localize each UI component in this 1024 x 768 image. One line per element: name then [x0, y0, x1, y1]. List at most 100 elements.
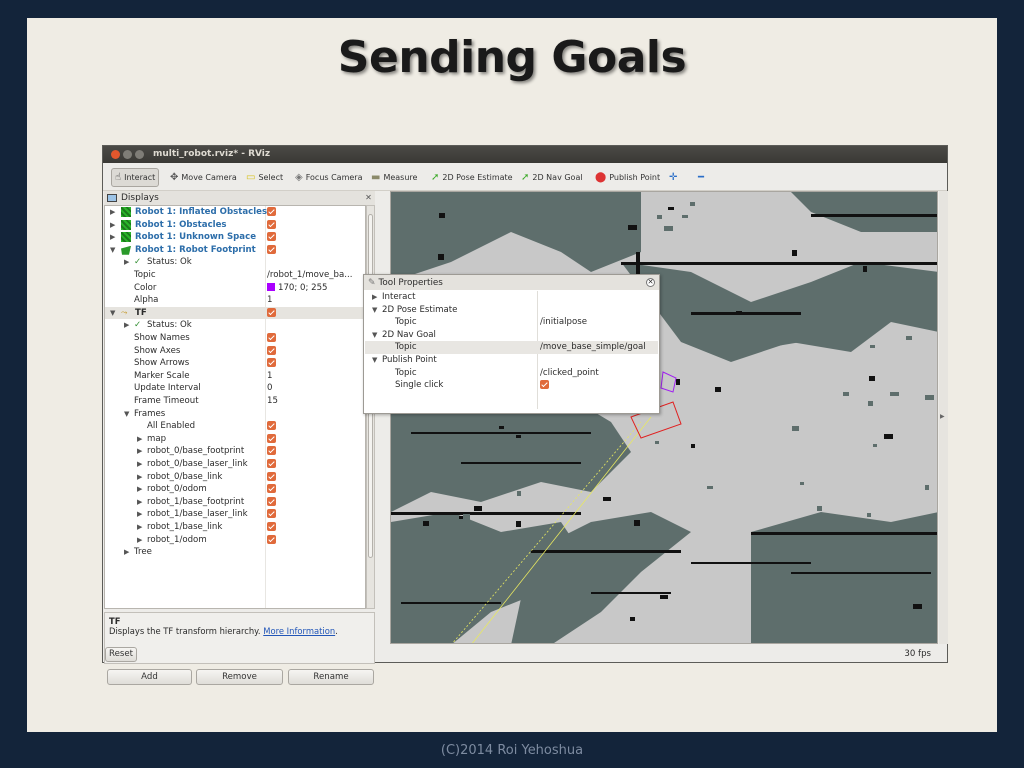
minimize-window-icon[interactable]	[123, 150, 132, 159]
display-row[interactable]: ▶ robot_0/base_footprint	[105, 445, 365, 458]
checkbox[interactable]	[267, 433, 276, 443]
display-row-value[interactable]: 0	[267, 383, 272, 393]
display-row[interactable]: Color 170; 0; 255	[105, 282, 365, 295]
expand-arrow-icon[interactable]: ▶	[137, 458, 142, 471]
tool-property-row[interactable]: ▼ 2D Pose Estimate	[365, 304, 658, 317]
tool-property-row[interactable]: ▶ Interact	[365, 291, 658, 304]
display-row[interactable]: Topic/robot_1/move_ba...	[105, 269, 365, 282]
expand-arrow-icon[interactable]: ▶	[137, 483, 142, 496]
expand-arrow-icon[interactable]: ▶	[137, 521, 142, 534]
display-row[interactable]: ▶ robot_0/base_link	[105, 471, 365, 484]
display-row[interactable]: Frame Timeout 15	[105, 395, 365, 408]
display-row[interactable]: Show Axes	[105, 345, 365, 358]
color-swatch[interactable]	[267, 282, 275, 291]
expand-arrow-icon[interactable]: ▶	[124, 319, 129, 332]
tool-property-row[interactable]: Single click	[365, 379, 658, 392]
collapse-arrow-icon[interactable]: ▼	[110, 307, 115, 320]
checkbox[interactable]	[267, 534, 276, 544]
display-row[interactable]: ▶ robot_1/base_laser_link	[105, 508, 365, 521]
checkbox[interactable]	[267, 232, 276, 242]
tool-property-row[interactable]: Topic/clicked_point	[365, 367, 658, 380]
display-row[interactable]: ▶ robot_1/odom	[105, 534, 365, 547]
display-row-value[interactable]: 15	[267, 396, 278, 406]
display-row[interactable]: ▶ Robot 1: Inflated Obstacles	[105, 206, 365, 219]
tool-property-value[interactable]: /initialpose	[540, 316, 587, 329]
expand-arrow-icon[interactable]: ▶	[110, 206, 115, 219]
display-row-value[interactable]: 1	[267, 371, 272, 381]
display-row[interactable]: ▶ Robot 1: Obstacles	[105, 219, 365, 232]
checkbox[interactable]	[267, 244, 276, 254]
tool-minus[interactable]: ━	[698, 169, 704, 186]
checkbox[interactable]	[267, 421, 276, 431]
display-row[interactable]: ▶ robot_0/odom	[105, 483, 365, 496]
expand-arrow-icon[interactable]: ▶	[137, 471, 142, 484]
checkbox[interactable]	[267, 459, 276, 468]
display-row[interactable]: Show Arrows	[105, 357, 365, 370]
checkbox[interactable]	[267, 333, 276, 342]
add-button[interactable]: Add	[107, 669, 192, 685]
tool-property-row[interactable]: ▼ Publish Point	[365, 354, 658, 367]
checkbox[interactable]	[267, 207, 276, 216]
tool-measure[interactable]: ▬ Measure	[371, 169, 417, 186]
tool-property-row[interactable]: ▼ 2D Nav Goal	[365, 329, 658, 342]
checkbox[interactable]	[267, 471, 276, 481]
display-row[interactable]: All Enabled	[105, 420, 365, 433]
expand-arrow-icon[interactable]: ▶	[124, 546, 129, 559]
expand-arrow-icon[interactable]: ▶	[137, 445, 142, 458]
single-click-checkbox[interactable]	[540, 380, 549, 390]
expand-arrow-icon[interactable]: ▶	[137, 496, 142, 509]
display-row[interactable]: Show Names	[105, 332, 365, 345]
checkbox[interactable]	[267, 345, 276, 355]
more-information-link[interactable]: More Information	[263, 626, 335, 636]
tool-pose-estimate[interactable]: ➚ 2D Pose Estimate	[431, 169, 513, 186]
display-row[interactable]: ▶ ✓ Status: Ok	[105, 256, 365, 269]
display-row-value[interactable]: 170; 0; 255	[278, 283, 328, 293]
expand-arrow-icon[interactable]: ▶	[137, 508, 142, 521]
expand-arrow-icon[interactable]: ▶	[110, 219, 115, 232]
expand-arrow-icon[interactable]: ▶	[110, 231, 115, 244]
tool-nav-goal[interactable]: ➚ 2D Nav Goal	[521, 169, 583, 186]
tool-move-camera[interactable]: ✥ Move Camera	[170, 169, 237, 186]
remove-button[interactable]: Remove	[196, 669, 283, 685]
rename-button[interactable]: Rename	[288, 669, 374, 685]
tool-property-value[interactable]: /move_base_simple/goal	[540, 341, 646, 354]
display-row[interactable]: Alpha 1	[105, 294, 365, 307]
display-row[interactable]: ▼ Robot 1: Robot Footprint	[105, 244, 365, 257]
checkbox[interactable]	[267, 307, 276, 317]
checkbox[interactable]	[267, 496, 276, 506]
expand-arrow-icon[interactable]: ▶	[137, 534, 142, 547]
collapse-arrow-icon[interactable]: ▼	[110, 244, 115, 257]
tool-property-row[interactable]: Topic/move_base_simple/goal	[365, 341, 658, 354]
display-row[interactable]: ▶ robot_1/base_footprint	[105, 496, 365, 509]
checkbox[interactable]	[267, 219, 276, 229]
checkbox[interactable]	[267, 446, 276, 456]
tool-plus[interactable]: ✛	[669, 169, 677, 186]
tool-property-row[interactable]: Topic/initialpose	[365, 316, 658, 329]
checkbox[interactable]	[267, 358, 276, 368]
collapse-arrow-icon[interactable]: ▼	[372, 304, 377, 317]
display-row[interactable]: ▶ Robot 1: Unknown Space	[105, 231, 365, 244]
collapse-arrow-icon[interactable]: ▼	[124, 408, 129, 421]
tool-hand[interactable]: ☝ Interact	[111, 168, 160, 187]
display-row[interactable]: ▶ Tree	[105, 546, 365, 559]
expand-arrow-icon[interactable]: ▶	[124, 256, 129, 269]
checkbox[interactable]	[267, 509, 276, 519]
close-icon[interactable]: ✕	[364, 193, 373, 202]
display-row[interactable]: ▼ Frames	[105, 408, 365, 421]
checkbox[interactable]	[267, 522, 276, 531]
reset-button[interactable]: Reset	[105, 647, 137, 662]
display-row[interactable]: ▶ robot_0/base_laser_link	[105, 458, 365, 471]
collapse-arrow-icon[interactable]: ▼	[372, 354, 377, 367]
display-row[interactable]: ▶ map	[105, 433, 365, 446]
viewport-scrollbar[interactable]: ▶	[939, 191, 948, 644]
display-row-value[interactable]: 1	[267, 295, 272, 305]
expand-arrow-icon[interactable]: ▶	[372, 291, 377, 304]
display-row[interactable]: Update Interval 0	[105, 382, 365, 395]
expand-arrow-icon[interactable]: ▶	[137, 433, 142, 446]
collapse-arrow-icon[interactable]: ▼	[372, 329, 377, 342]
3d-map-viewport[interactable]	[390, 191, 938, 644]
display-row-value[interactable]: /robot_1/move_ba...	[267, 270, 352, 280]
checkbox[interactable]	[267, 484, 276, 494]
tool-map-pin[interactable]: ⬤ Publish Point	[595, 169, 660, 186]
display-row[interactable]: Marker Scale 1	[105, 370, 365, 383]
